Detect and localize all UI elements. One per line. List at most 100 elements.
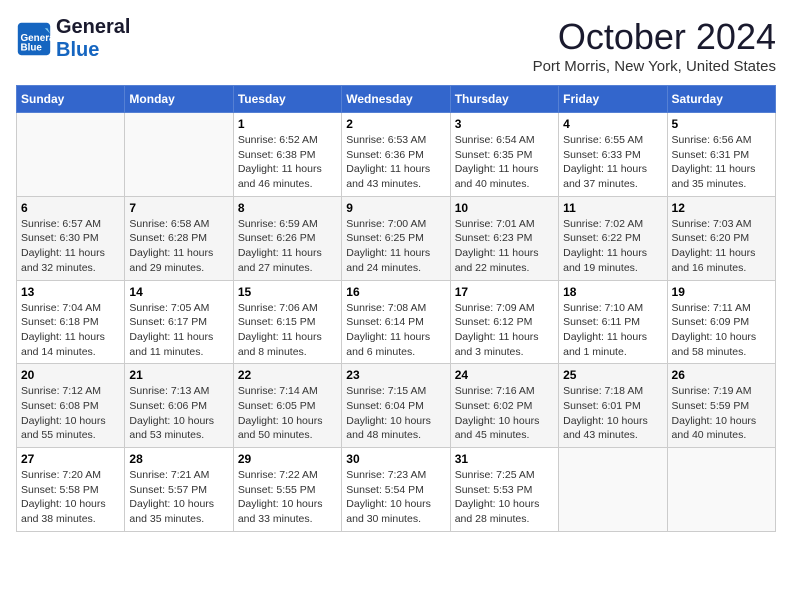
- weekday-header: Monday: [125, 86, 233, 113]
- day-info: Sunrise: 7:15 AM Sunset: 6:04 PM Dayligh…: [346, 384, 445, 443]
- weekday-header: Thursday: [450, 86, 558, 113]
- day-info: Sunrise: 7:04 AM Sunset: 6:18 PM Dayligh…: [21, 301, 120, 360]
- calendar-cell: 12 Sunrise: 7:03 AM Sunset: 6:20 PM Dayli…: [667, 196, 775, 280]
- calendar-cell: 6 Sunrise: 6:57 AM Sunset: 6:30 PM Daylig…: [17, 196, 125, 280]
- calendar-cell: 1 Sunrise: 6:52 AM Sunset: 6:38 PM Daylig…: [233, 113, 341, 197]
- day-number: 9: [346, 201, 445, 215]
- day-number: 7: [129, 201, 228, 215]
- day-info: Sunrise: 7:05 AM Sunset: 6:17 PM Dayligh…: [129, 301, 228, 360]
- day-number: 5: [672, 117, 771, 131]
- day-number: 18: [563, 285, 662, 299]
- day-info: Sunrise: 7:22 AM Sunset: 5:55 PM Dayligh…: [238, 468, 337, 527]
- calendar-cell: 20 Sunrise: 7:12 AM Sunset: 6:08 PM Dayli…: [17, 364, 125, 448]
- calendar-cell: 16 Sunrise: 7:08 AM Sunset: 6:14 PM Dayli…: [342, 280, 450, 364]
- day-number: 6: [21, 201, 120, 215]
- day-info: Sunrise: 7:11 AM Sunset: 6:09 PM Dayligh…: [672, 301, 771, 360]
- title-section: October 2024 Port Morris, New York, Unit…: [533, 16, 776, 75]
- calendar-week-row: 1 Sunrise: 6:52 AM Sunset: 6:38 PM Daylig…: [17, 113, 776, 197]
- logo-text: General Blue: [56, 16, 130, 62]
- calendar-cell: 22Sunrise: 7:14 AM Sunset: 6:05 PM Dayli…: [233, 364, 341, 448]
- day-number: 14: [129, 285, 228, 299]
- calendar-cell: 30 Sunrise: 7:23 AM Sunset: 5:54 PM Dayli…: [342, 448, 450, 532]
- calendar-cell: [559, 448, 667, 532]
- calendar-cell: 4 Sunrise: 6:55 AM Sunset: 6:33 PM Daylig…: [559, 113, 667, 197]
- day-info: Sunrise: 6:55 AM Sunset: 6:33 PM Dayligh…: [563, 133, 662, 192]
- day-info: Sunrise: 7:03 AM Sunset: 6:20 PM Dayligh…: [672, 217, 771, 276]
- logo: General Blue General Blue: [16, 16, 130, 62]
- day-info: Sunrise: 7:06 AM Sunset: 6:15 PM Dayligh…: [238, 301, 337, 360]
- day-number: 24: [455, 368, 554, 382]
- day-info: Sunrise: 7:21 AM Sunset: 5:57 PM Dayligh…: [129, 468, 228, 527]
- calendar-cell: 27Sunrise: 7:20 AM Sunset: 5:58 PM Dayli…: [17, 448, 125, 532]
- calendar-cell: 2 Sunrise: 6:53 AM Sunset: 6:36 PM Daylig…: [342, 113, 450, 197]
- weekday-header: Sunday: [17, 86, 125, 113]
- calendar-week-row: 13Sunrise: 7:04 AM Sunset: 6:18 PM Dayli…: [17, 280, 776, 364]
- calendar-cell: 19 Sunrise: 7:11 AM Sunset: 6:09 PM Dayli…: [667, 280, 775, 364]
- logo-icon: General Blue: [16, 21, 52, 57]
- calendar-cell: 26 Sunrise: 7:19 AM Sunset: 5:59 PM Dayli…: [667, 364, 775, 448]
- calendar-cell: 31 Sunrise: 7:25 AM Sunset: 5:53 PM Dayli…: [450, 448, 558, 532]
- location: Port Morris, New York, United States: [533, 58, 776, 75]
- day-number: 31: [455, 452, 554, 466]
- day-number: 16: [346, 285, 445, 299]
- day-info: Sunrise: 6:58 AM Sunset: 6:28 PM Dayligh…: [129, 217, 228, 276]
- calendar-cell: 28Sunrise: 7:21 AM Sunset: 5:57 PM Dayli…: [125, 448, 233, 532]
- calendar-cell: 29Sunrise: 7:22 AM Sunset: 5:55 PM Dayli…: [233, 448, 341, 532]
- page-header: General Blue General Blue October 2024 P…: [16, 16, 776, 75]
- day-number: 23: [346, 368, 445, 382]
- day-info: Sunrise: 7:20 AM Sunset: 5:58 PM Dayligh…: [21, 468, 120, 527]
- day-info: Sunrise: 7:18 AM Sunset: 6:01 PM Dayligh…: [563, 384, 662, 443]
- weekday-header-row: SundayMondayTuesdayWednesdayThursdayFrid…: [17, 86, 776, 113]
- calendar-cell: [125, 113, 233, 197]
- calendar-cell: 21Sunrise: 7:13 AM Sunset: 6:06 PM Dayli…: [125, 364, 233, 448]
- calendar-cell: 17Sunrise: 7:09 AM Sunset: 6:12 PM Dayli…: [450, 280, 558, 364]
- weekday-header: Wednesday: [342, 86, 450, 113]
- day-info: Sunrise: 6:52 AM Sunset: 6:38 PM Dayligh…: [238, 133, 337, 192]
- day-info: Sunrise: 6:53 AM Sunset: 6:36 PM Dayligh…: [346, 133, 445, 192]
- day-number: 26: [672, 368, 771, 382]
- weekday-header: Friday: [559, 86, 667, 113]
- day-number: 11: [563, 201, 662, 215]
- day-info: Sunrise: 6:59 AM Sunset: 6:26 PM Dayligh…: [238, 217, 337, 276]
- day-number: 20: [21, 368, 120, 382]
- day-number: 4: [563, 117, 662, 131]
- day-info: Sunrise: 7:00 AM Sunset: 6:25 PM Dayligh…: [346, 217, 445, 276]
- calendar-cell: 8Sunrise: 6:59 AM Sunset: 6:26 PM Daylig…: [233, 196, 341, 280]
- weekday-header: Tuesday: [233, 86, 341, 113]
- day-number: 25: [563, 368, 662, 382]
- day-info: Sunrise: 7:23 AM Sunset: 5:54 PM Dayligh…: [346, 468, 445, 527]
- day-number: 12: [672, 201, 771, 215]
- calendar-week-row: 6 Sunrise: 6:57 AM Sunset: 6:30 PM Daylig…: [17, 196, 776, 280]
- calendar-cell: 15Sunrise: 7:06 AM Sunset: 6:15 PM Dayli…: [233, 280, 341, 364]
- day-info: Sunrise: 7:08 AM Sunset: 6:14 PM Dayligh…: [346, 301, 445, 360]
- day-info: Sunrise: 7:19 AM Sunset: 5:59 PM Dayligh…: [672, 384, 771, 443]
- day-info: Sunrise: 7:12 AM Sunset: 6:08 PM Dayligh…: [21, 384, 120, 443]
- calendar-cell: 10Sunrise: 7:01 AM Sunset: 6:23 PM Dayli…: [450, 196, 558, 280]
- day-info: Sunrise: 6:57 AM Sunset: 6:30 PM Dayligh…: [21, 217, 120, 276]
- calendar-week-row: 27Sunrise: 7:20 AM Sunset: 5:58 PM Dayli…: [17, 448, 776, 532]
- calendar-cell: 24 Sunrise: 7:16 AM Sunset: 6:02 PM Dayli…: [450, 364, 558, 448]
- day-info: Sunrise: 7:14 AM Sunset: 6:05 PM Dayligh…: [238, 384, 337, 443]
- calendar-cell: 18 Sunrise: 7:10 AM Sunset: 6:11 PM Dayli…: [559, 280, 667, 364]
- day-info: Sunrise: 7:02 AM Sunset: 6:22 PM Dayligh…: [563, 217, 662, 276]
- calendar-cell: 23 Sunrise: 7:15 AM Sunset: 6:04 PM Dayli…: [342, 364, 450, 448]
- day-info: Sunrise: 7:25 AM Sunset: 5:53 PM Dayligh…: [455, 468, 554, 527]
- day-number: 19: [672, 285, 771, 299]
- svg-text:Blue: Blue: [21, 43, 43, 54]
- day-info: Sunrise: 7:16 AM Sunset: 6:02 PM Dayligh…: [455, 384, 554, 443]
- day-number: 3: [455, 117, 554, 131]
- calendar-cell: 3Sunrise: 6:54 AM Sunset: 6:35 PM Daylig…: [450, 113, 558, 197]
- calendar-cell: 25 Sunrise: 7:18 AM Sunset: 6:01 PM Dayli…: [559, 364, 667, 448]
- day-info: Sunrise: 7:10 AM Sunset: 6:11 PM Dayligh…: [563, 301, 662, 360]
- calendar-cell: [667, 448, 775, 532]
- day-info: Sunrise: 7:01 AM Sunset: 6:23 PM Dayligh…: [455, 217, 554, 276]
- day-number: 1: [238, 117, 337, 131]
- calendar-cell: 14 Sunrise: 7:05 AM Sunset: 6:17 PM Dayli…: [125, 280, 233, 364]
- calendar-cell: 13Sunrise: 7:04 AM Sunset: 6:18 PM Dayli…: [17, 280, 125, 364]
- day-info: Sunrise: 6:56 AM Sunset: 6:31 PM Dayligh…: [672, 133, 771, 192]
- day-number: 30: [346, 452, 445, 466]
- month-title: October 2024: [533, 16, 776, 58]
- day-number: 2: [346, 117, 445, 131]
- day-number: 21: [129, 368, 228, 382]
- calendar-cell: 11 Sunrise: 7:02 AM Sunset: 6:22 PM Dayli…: [559, 196, 667, 280]
